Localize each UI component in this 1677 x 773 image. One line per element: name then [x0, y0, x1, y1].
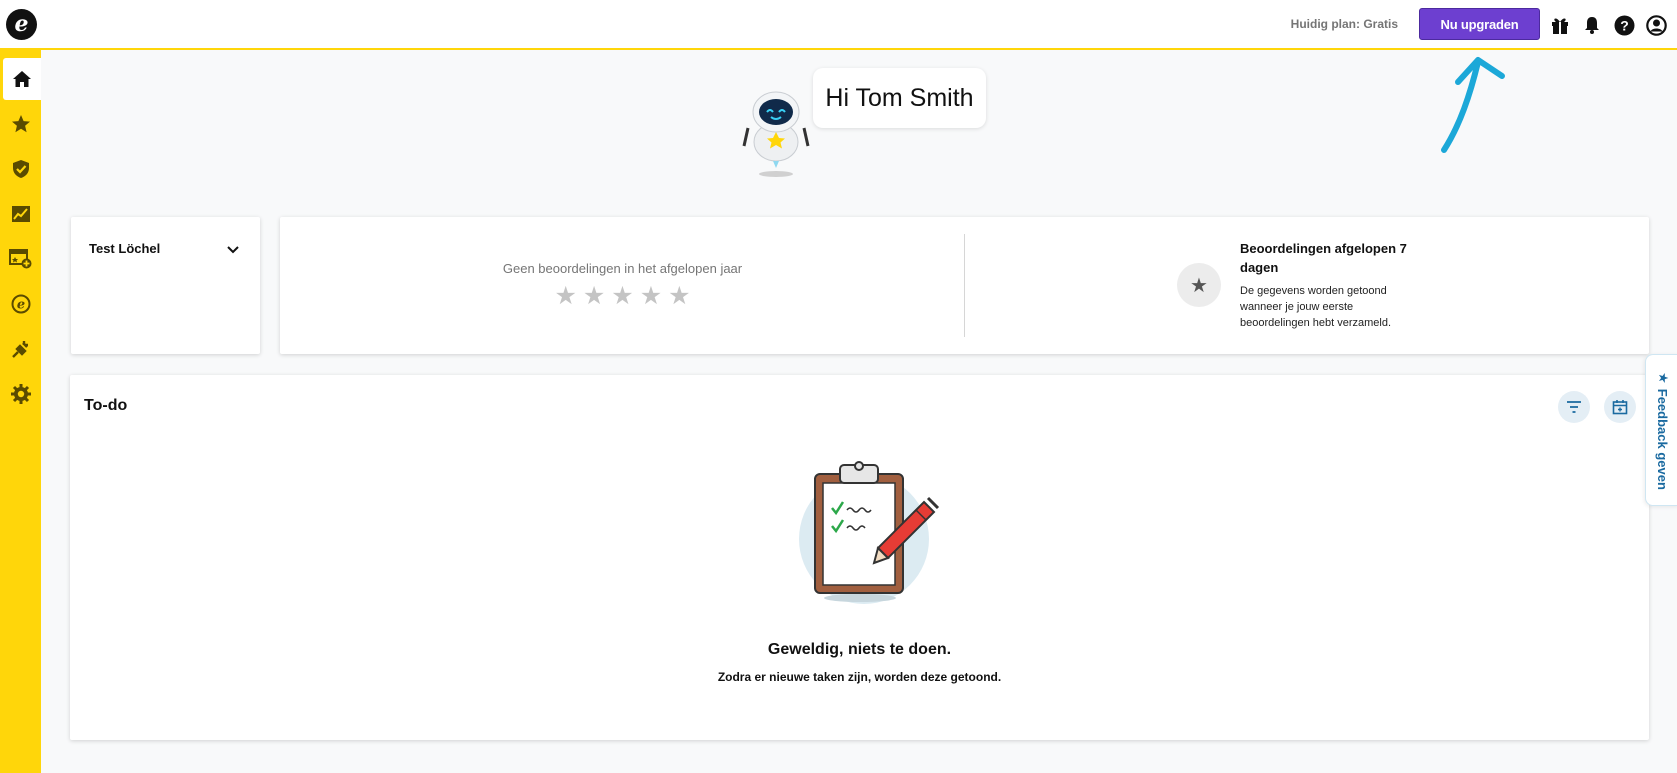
- empty-clipboard-icon: [799, 461, 940, 604]
- feedback-label: Feedback geven: [1655, 388, 1671, 490]
- upgrade-button[interactable]: Nu upgraden: [1419, 8, 1540, 40]
- help-icon[interactable]: ?: [1613, 14, 1635, 36]
- rating-star-icon: ★: [639, 281, 663, 310]
- current-plan-label: Huidig plan: Gratis: [1290, 17, 1398, 31]
- sidebar-item-trust[interactable]: [0, 148, 41, 190]
- sidebar-item-integrations[interactable]: [0, 328, 41, 370]
- empty-state-title: Geweldig, niets te doen.: [767, 641, 952, 658]
- location-selector[interactable]: Test Löchel: [71, 217, 260, 354]
- brand-e-icon: e: [11, 294, 30, 314]
- filter-icon: [1567, 401, 1581, 413]
- greeting-bubble: Hi Tom Smith: [813, 68, 986, 128]
- robot-mascot-icon: [742, 91, 810, 177]
- sidebar-item-settings[interactable]: [0, 373, 41, 415]
- star-icon: [11, 115, 30, 133]
- feedback-tab-content: ★ Feedback geven: [1646, 355, 1677, 507]
- settings-icon: [10, 384, 31, 404]
- filter-button[interactable]: [1558, 391, 1590, 423]
- sidebar-item-brand[interactable]: e: [0, 283, 41, 325]
- empty-state-subtitle: Zodra er nieuwe taken zijn, worden deze …: [717, 670, 1002, 684]
- sidebar-item-widgets[interactable]: [0, 238, 41, 280]
- rating-stars: ★ ★ ★ ★ ★: [280, 281, 965, 311]
- sidebar: e: [0, 50, 41, 773]
- rating-star-icon: ★: [668, 281, 691, 310]
- bell-icon[interactable]: [1581, 14, 1603, 36]
- chevron-down-icon[interactable]: [223, 239, 243, 259]
- star-badge-icon: ★: [1177, 263, 1221, 307]
- sidebar-item-reviews[interactable]: [0, 103, 41, 145]
- no-ratings-label: Geen beoordelingen in het afgelopen jaar: [502, 261, 743, 276]
- period-ratings-description: De gegevens worden getoond wanneer je jo…: [1240, 285, 1392, 329]
- logo-glyph: e: [14, 10, 29, 37]
- todo-card: To-do Geweldig, niets te doen. Zodra er …: [70, 375, 1649, 740]
- rating-star-icon: ★: [554, 281, 577, 310]
- feedback-star-icon: ★: [1656, 372, 1671, 384]
- rating-star-icon: ★: [611, 281, 634, 310]
- period-ratings-title: Beoordelingen afgelopen 7 dagen: [1240, 241, 1407, 275]
- svg-text:e: e: [16, 298, 24, 313]
- sidebar-item-analytics[interactable]: [0, 193, 41, 235]
- annotation-arrow-icon: [1441, 57, 1505, 153]
- home-icon: [13, 71, 31, 87]
- app-logo[interactable]: e: [6, 9, 37, 40]
- divider: [964, 234, 965, 337]
- calendar-icon: [1612, 400, 1628, 415]
- calendar-button[interactable]: [1604, 391, 1636, 423]
- chart-icon: [11, 206, 30, 222]
- ratings-summary-card: Geen beoordelingen in het afgelopen jaar…: [280, 217, 1649, 354]
- svg-text:?: ?: [1620, 17, 1629, 33]
- gift-icon[interactable]: [1549, 14, 1571, 36]
- sidebar-item-home[interactable]: [3, 58, 41, 100]
- todo-title: To-do: [84, 397, 128, 414]
- shield-check-icon: [12, 160, 29, 178]
- top-bar: e Huidig plan: Gratis Nu upgraden ?: [0, 0, 1677, 50]
- widget-add-icon: [8, 249, 31, 269]
- location-name: Test Löchel: [89, 241, 161, 256]
- account-icon[interactable]: [1645, 14, 1667, 36]
- feedback-tab[interactable]: ★ Feedback geven: [1645, 354, 1677, 506]
- plug-icon: [11, 341, 28, 358]
- rating-star-icon: ★: [582, 281, 606, 310]
